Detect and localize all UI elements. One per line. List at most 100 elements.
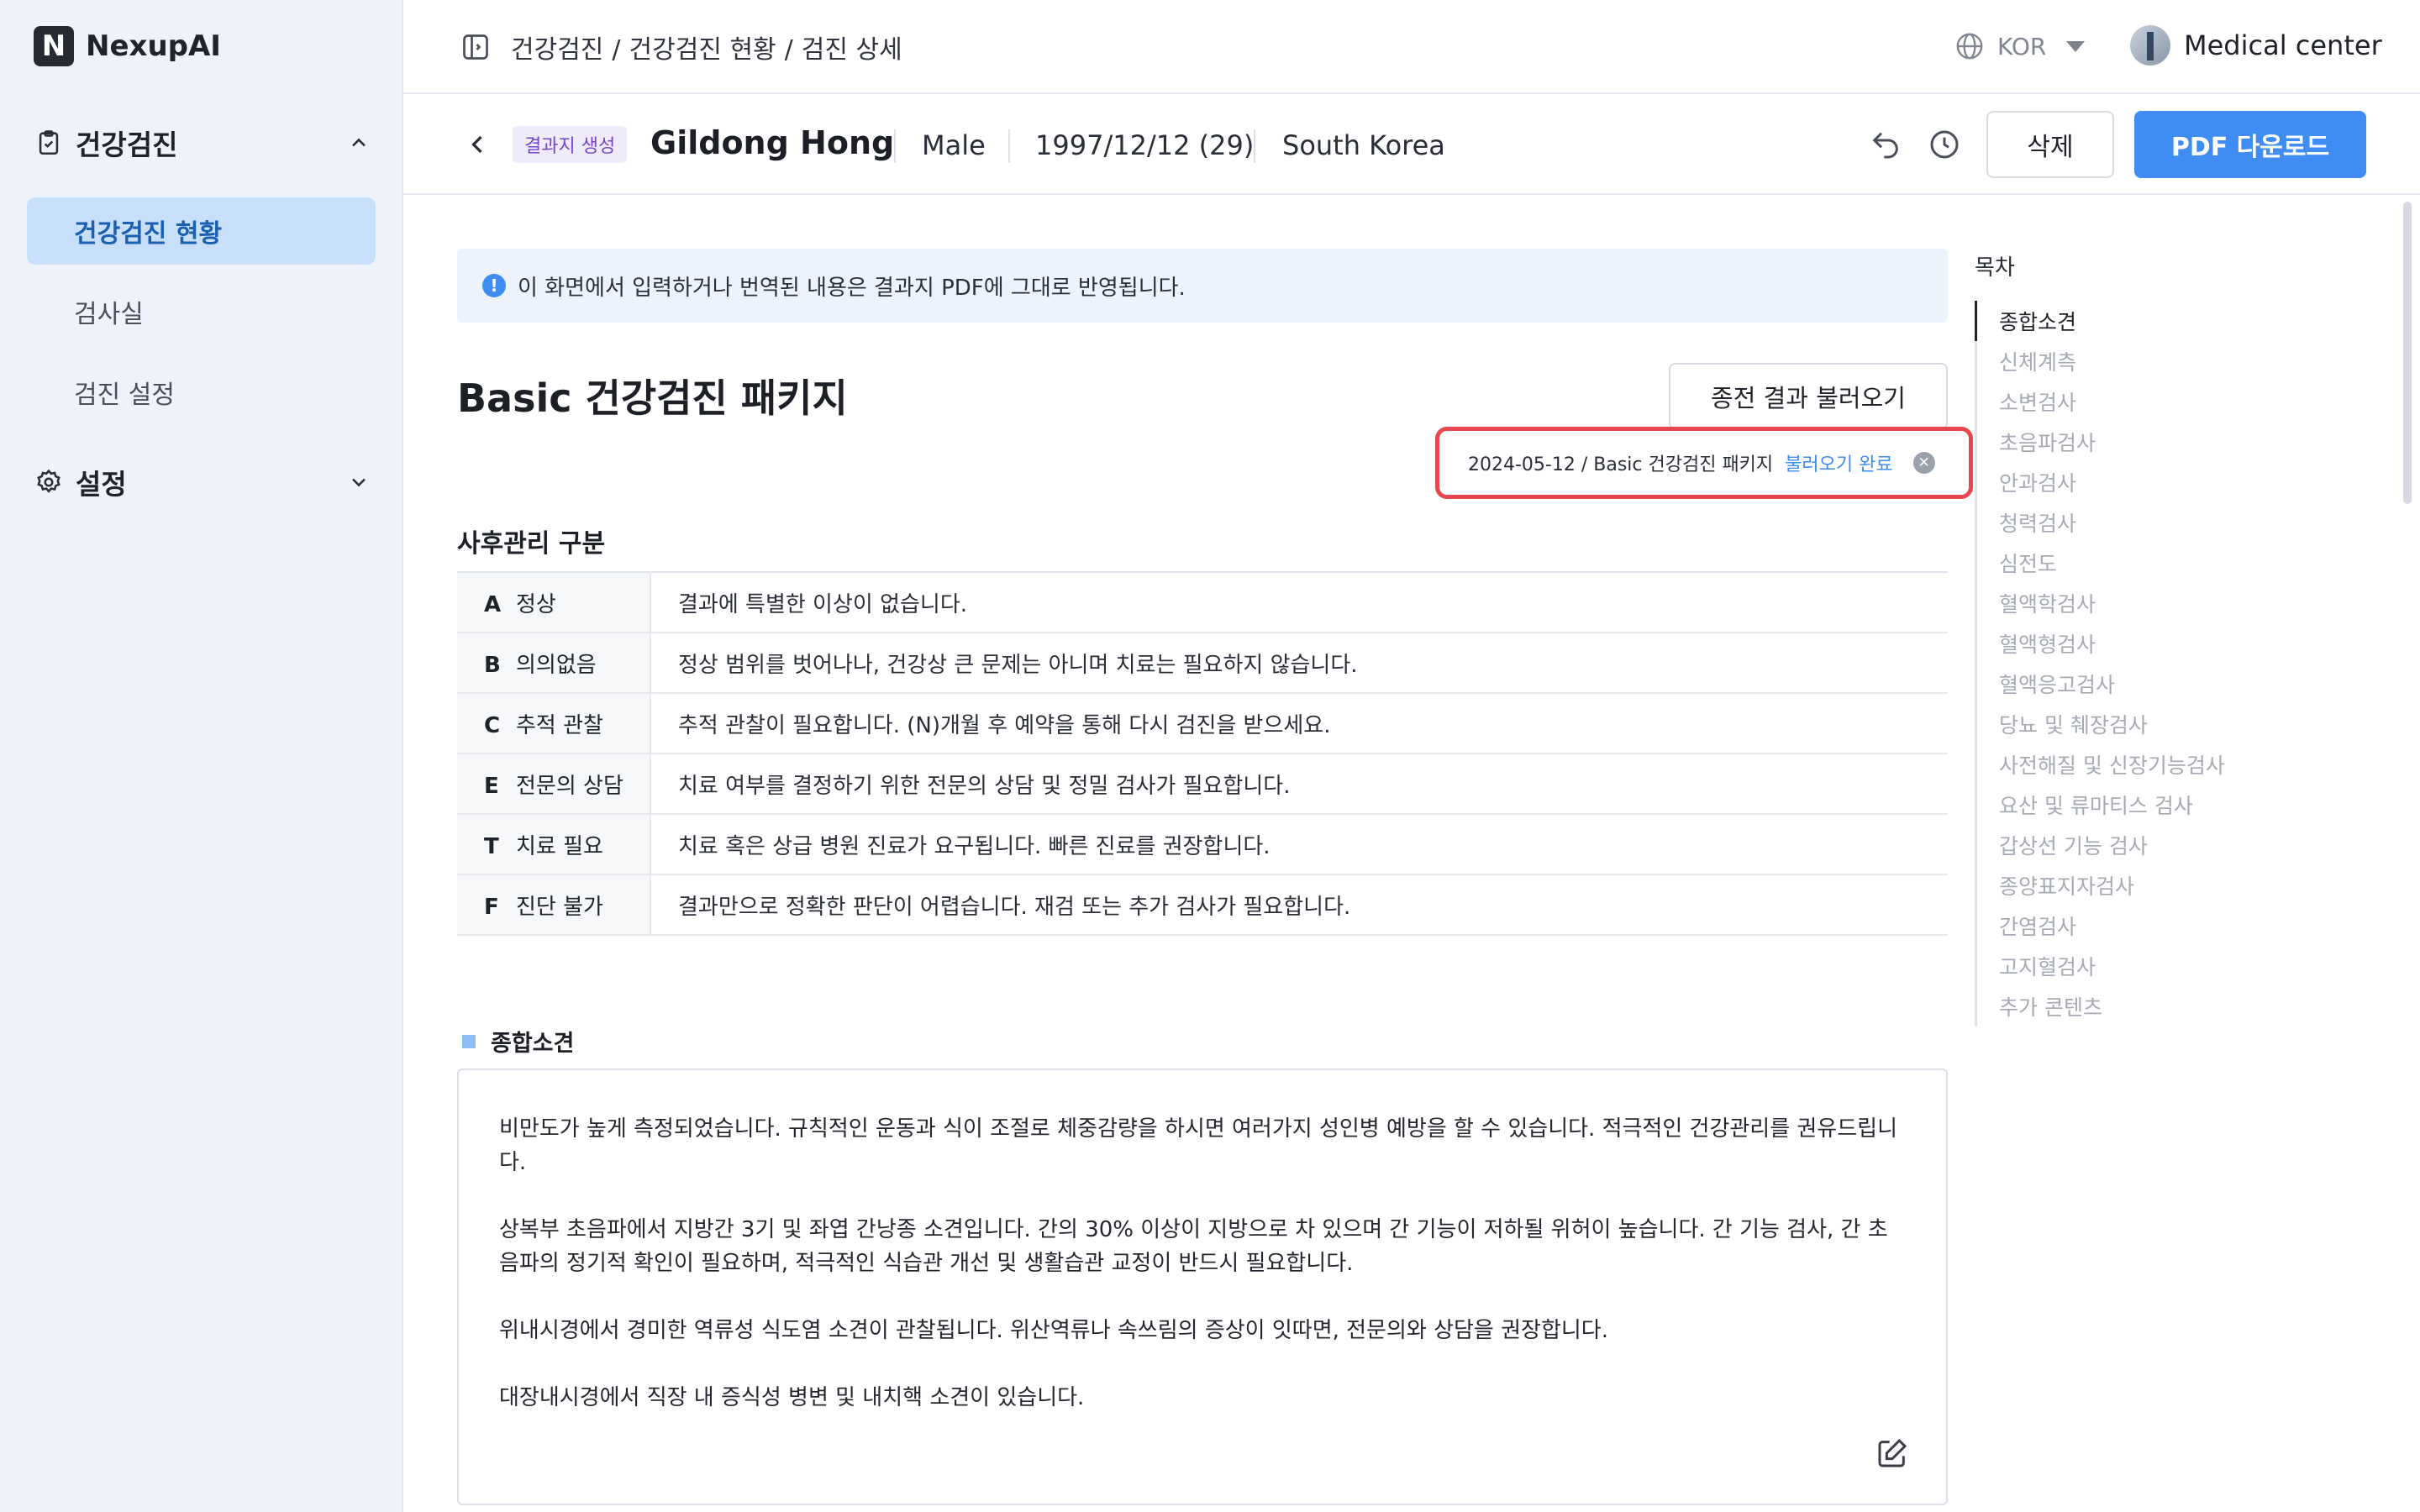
clipboard-icon bbox=[34, 128, 64, 158]
nav-group-label: 건강검진 bbox=[76, 129, 178, 161]
chevron-up-icon[interactable] bbox=[344, 128, 374, 158]
app-logo[interactable]: N NexupAI bbox=[34, 25, 221, 67]
toc-item[interactable]: 종양표지자검사 bbox=[1977, 865, 2311, 906]
sidebar-item-checkup-settings[interactable]: 검진 설정 bbox=[27, 359, 376, 426]
sidebar-toggle-icon[interactable] bbox=[460, 32, 491, 62]
grade-name: 정상 bbox=[516, 591, 556, 617]
grade-code: C bbox=[484, 712, 501, 738]
toc-item[interactable]: 고지혈검사 bbox=[1977, 946, 2311, 986]
edit-icon[interactable] bbox=[1876, 1436, 1909, 1470]
organization-menu[interactable]: Medical center bbox=[2130, 25, 2382, 66]
close-circle-icon[interactable]: ✕ bbox=[1912, 452, 1935, 474]
nav-group-label: 설정 bbox=[76, 468, 127, 501]
opinion-paragraph: 위내시경에서 경미한 역류성 식도염 소견이 관찰됩니다. 위산역류나 속쓰림의… bbox=[499, 1318, 1608, 1343]
sidebar-item-lab[interactable]: 검사실 bbox=[27, 278, 376, 345]
pdf-download-button[interactable]: PDF 다운로드 bbox=[2134, 111, 2366, 178]
breadcrumb-item[interactable]: 건강검진 현황 bbox=[629, 35, 776, 65]
patient-gender: Male bbox=[922, 129, 986, 161]
toc-item[interactable]: 혈액학검사 bbox=[1977, 583, 2311, 623]
grade-desc: 정상 범위를 벗어나나, 건강상 큰 문제는 아니며 치료는 필요하지 않습니다… bbox=[678, 652, 1358, 678]
toc-item[interactable]: 초음파검사 bbox=[1977, 422, 2311, 462]
grade-code: B bbox=[484, 652, 501, 678]
clock-icon[interactable] bbox=[1928, 128, 1961, 161]
grade-code: F bbox=[484, 894, 499, 920]
status-badge: 결과지 생성 bbox=[513, 126, 628, 163]
toc-item[interactable]: 사전해질 및 신장기능검사 bbox=[1977, 744, 2311, 785]
chevron-left-icon[interactable] bbox=[462, 129, 492, 160]
avatar bbox=[2130, 25, 2170, 66]
grade-name: 치료 필요 bbox=[516, 833, 603, 859]
sidebar-item-checkup-status[interactable]: 건강검진 현황 bbox=[27, 197, 376, 265]
grade-desc: 추적 관찰이 필요합니다. (N)개월 후 예약을 통해 다시 검진을 받으세요… bbox=[678, 712, 1331, 738]
patient-birth: 1997/12/12 (29) bbox=[1035, 129, 1255, 161]
table-row: T 치료 필요 치료 혹은 상급 병원 진료가 요구됩니다. 빠른 진료를 권장합… bbox=[457, 814, 1948, 874]
nav-group-settings[interactable]: 설정 bbox=[34, 457, 374, 507]
toc-title: 목차 bbox=[1975, 255, 2015, 281]
grade-desc: 치료 혹은 상급 병원 진료가 요구됩니다. 빠른 진료를 권장합니다. bbox=[678, 833, 1270, 859]
breadcrumb-current: 검진 상세 bbox=[801, 35, 902, 65]
language-value: KOR bbox=[1997, 32, 2047, 60]
gear-icon bbox=[34, 467, 64, 497]
grade-code: A bbox=[484, 591, 502, 617]
patient-name: Gildong Hong bbox=[650, 124, 895, 161]
toc-item[interactable]: 신체계측 bbox=[1977, 341, 2311, 381]
delete-button[interactable]: 삭제 bbox=[1986, 111, 2114, 178]
grades-table: A 정상 결과에 특별한 이상이 없습니다. B 의의없음 정상 범위를 벗어나나,… bbox=[457, 571, 1948, 936]
toc-item[interactable]: 심전도 bbox=[1977, 543, 2311, 583]
nav-group-health-checkup[interactable]: 건강검진 bbox=[34, 118, 374, 168]
language-selector[interactable]: KOR bbox=[1954, 30, 2086, 62]
opinion-editor[interactable]: 비만도가 높게 측정되었습니다. 규칙적인 운동과 식이 조절로 체중감량을 하… bbox=[457, 1068, 1948, 1505]
toc-item[interactable]: 갑상선 기능 검사 bbox=[1977, 825, 2311, 865]
toc-item[interactable]: 혈액응고검사 bbox=[1977, 664, 2311, 704]
grade-name: 전문의 상담 bbox=[516, 773, 623, 799]
opinion-paragraph: 대장내시경에서 직장 내 증식성 병변 및 내치핵 소견이 있습니다. bbox=[499, 1385, 1085, 1410]
grade-name: 진단 불가 bbox=[516, 894, 603, 920]
scrollbar[interactable] bbox=[2403, 202, 2412, 504]
breadcrumb-item[interactable]: 건강검진 bbox=[511, 35, 603, 65]
globe-icon bbox=[1954, 30, 1986, 62]
undo-icon[interactable] bbox=[1869, 128, 1902, 161]
sidebar: N NexupAI 건강검진 건강검진 현황 검사실 검진 설정 설정 bbox=[0, 0, 403, 1512]
load-previous-results-button[interactable]: 종전 결과 불러오기 bbox=[1669, 363, 1948, 430]
grade-desc: 치료 여부를 결정하기 위한 전문의 상담 및 정밀 검사가 필요합니다. bbox=[678, 773, 1291, 799]
logo-mark: N bbox=[34, 26, 74, 66]
breadcrumb-separator: / bbox=[784, 35, 793, 65]
divider bbox=[1254, 129, 1255, 163]
opinion-title-text: 종합소견 bbox=[491, 1031, 575, 1057]
organization-name: Medical center bbox=[2184, 29, 2382, 61]
section-marker bbox=[462, 1034, 476, 1048]
app-name: NexupAI bbox=[86, 29, 221, 63]
divider bbox=[1008, 129, 1010, 163]
table-row: C 추적 관찰 추적 관찰이 필요합니다. (N)개월 후 예약을 통해 다시 검… bbox=[457, 693, 1948, 753]
top-bar: 건강검진 / 건강검진 현황 / 검진 상세 KOR Medical center bbox=[403, 0, 2420, 94]
toc-item[interactable]: 소변검사 bbox=[1977, 381, 2311, 422]
toc-item[interactable]: 간염검사 bbox=[1977, 906, 2311, 946]
patient-header: 결과지 생성 Gildong Hong Male 1997/12/12 (29)… bbox=[403, 94, 2420, 195]
breadcrumb-separator: / bbox=[612, 35, 621, 65]
toc-item[interactable]: 종합소견 bbox=[1975, 301, 2311, 341]
opinion-paragraph: 비만도가 높게 측정되었습니다. 규칙적인 운동과 식이 조절로 체중감량을 하… bbox=[499, 1116, 1897, 1175]
loaded-status: 불러오기 완료 bbox=[1785, 454, 1893, 475]
toc-item[interactable]: 혈액형검사 bbox=[1977, 623, 2311, 664]
table-row: E 전문의 상담 치료 여부를 결정하기 위한 전문의 상담 및 정밀 검사가 필… bbox=[457, 753, 1948, 814]
toc-item[interactable]: 요산 및 류마티스 검사 bbox=[1977, 785, 2311, 825]
info-icon: ! bbox=[482, 274, 506, 297]
breadcrumb: 건강검진 / 건강검진 현황 / 검진 상세 bbox=[511, 29, 902, 66]
table-row: A 정상 결과에 특별한 이상이 없습니다. bbox=[457, 572, 1948, 633]
package-title: Basic 건강검진 패키지 bbox=[457, 375, 848, 421]
grade-desc: 결과만으로 정확한 판단이 어렵습니다. 재검 또는 추가 검사가 필요합니다. bbox=[678, 894, 1351, 920]
info-notice: ! 이 화면에서 입력하거나 번역된 내용은 결과지 PDF에 그대로 반영됩니… bbox=[457, 249, 1948, 323]
toc-item[interactable]: 청력검사 bbox=[1977, 502, 2311, 543]
table-of-contents: 종합소견 신체계측 소변검사 초음파검사 안과검사 청력검사 심전도 혈액학검사… bbox=[1975, 301, 2311, 1026]
patient-country: South Korea bbox=[1282, 129, 1445, 161]
toc-item[interactable]: 당뇨 및 췌장검사 bbox=[1977, 704, 2311, 744]
caret-down-icon bbox=[2066, 40, 2086, 52]
grade-name: 의의없음 bbox=[516, 652, 597, 678]
toc-item[interactable]: 추가 콘텐츠 bbox=[1977, 986, 2311, 1026]
opinion-section-title: 종합소견 bbox=[462, 1025, 574, 1058]
toc-item[interactable]: 안과검사 bbox=[1977, 462, 2311, 502]
chevron-down-icon[interactable] bbox=[344, 467, 374, 497]
divider bbox=[894, 129, 896, 163]
loaded-result-chip: 2024-05-12 / Basic 건강검진 패키지 불러오기 완료 ✕ bbox=[1435, 427, 1973, 499]
loaded-result-text: 2024-05-12 / Basic 건강검진 패키지 bbox=[1468, 454, 1774, 475]
